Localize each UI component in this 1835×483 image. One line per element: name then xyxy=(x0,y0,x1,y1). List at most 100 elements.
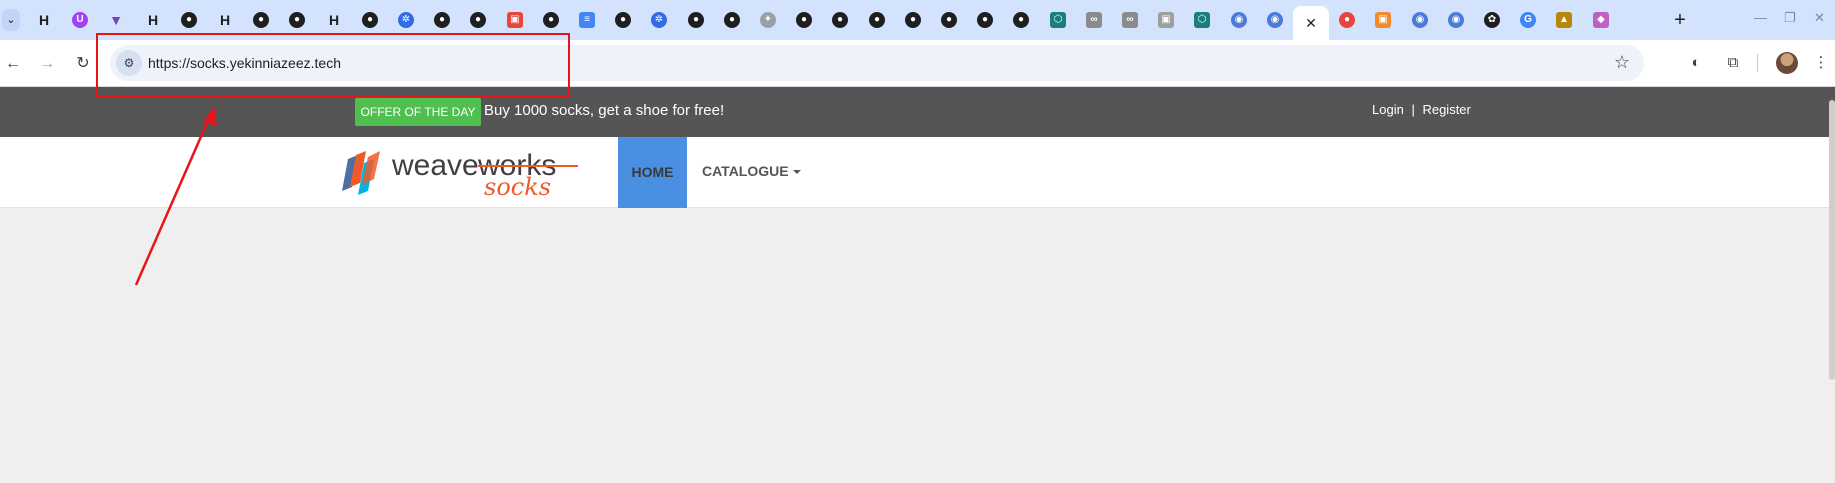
extension-icon[interactable]: ◐ xyxy=(1685,52,1707,74)
browser-tab[interactable]: ● xyxy=(460,5,496,35)
browser-tab[interactable]: ✲ xyxy=(388,5,424,35)
browser-tab[interactable]: ▣ xyxy=(1148,5,1184,35)
browser-tab[interactable]: ● xyxy=(714,5,750,35)
browser-tab[interactable]: ● xyxy=(279,5,315,35)
tab-active[interactable]: ✕ xyxy=(1293,6,1329,40)
orange-box-icon: ▣ xyxy=(1375,12,1391,28)
browser-tab[interactable]: ● xyxy=(605,5,641,35)
back-arrow-icon[interactable]: ← xyxy=(2,53,24,75)
forward-arrow-icon[interactable]: → xyxy=(36,53,58,75)
restore-icon[interactable]: ❐ xyxy=(1784,10,1796,26)
browser-tab[interactable]: ◆ xyxy=(1583,5,1619,35)
blue-circle-icon: ◉ xyxy=(1448,12,1464,28)
cube-icon: ◆ xyxy=(1593,12,1609,28)
browser-tab[interactable]: ✦ xyxy=(750,5,786,35)
github-icon: ● xyxy=(724,12,740,28)
link-icon: ∞ xyxy=(1122,12,1138,28)
google-icon: G xyxy=(1520,12,1536,28)
browser-tab[interactable]: G xyxy=(1510,5,1546,35)
toolbar-divider xyxy=(1757,54,1758,72)
github-icon: ● xyxy=(543,12,559,28)
auth-links: Login | Register xyxy=(1372,102,1471,117)
nav-catalogue[interactable]: CATALOGUE xyxy=(702,163,801,179)
main-navbar: weave works socks HOME CATALOGUE xyxy=(0,137,1835,208)
browser-tab[interactable]: ∞ xyxy=(1112,5,1148,35)
browser-tab[interactable]: ◉ xyxy=(1438,5,1474,35)
browser-tab[interactable]: ● xyxy=(1003,5,1039,35)
terraform-icon: ▼ xyxy=(109,12,123,28)
gray-box-icon: ▣ xyxy=(1158,12,1174,28)
nav-home[interactable]: HOME xyxy=(618,137,687,208)
gray-star-icon: ✦ xyxy=(760,12,776,28)
browser-tab[interactable]: ● xyxy=(533,5,569,35)
openai-icon: ✿ xyxy=(1484,12,1500,28)
chevron-down-icon[interactable]: ⌄ xyxy=(2,9,20,31)
browser-tab[interactable]: ● xyxy=(931,5,967,35)
purple-circle-icon: U xyxy=(72,12,88,28)
browser-tab[interactable]: ✲ xyxy=(641,5,677,35)
github-icon: ● xyxy=(1013,12,1029,28)
github-icon: ● xyxy=(688,12,704,28)
github-icon: ● xyxy=(289,12,305,28)
browser-tab[interactable]: ● xyxy=(243,5,279,35)
avatar[interactable] xyxy=(1776,52,1798,74)
offer-of-the-day-button[interactable]: OFFER OF THE DAY xyxy=(355,98,481,126)
close-window-icon[interactable]: ✕ xyxy=(1814,10,1825,26)
github-icon: ● xyxy=(832,12,848,28)
register-link[interactable]: Register xyxy=(1422,102,1470,117)
github-icon: ● xyxy=(796,12,812,28)
hashicorp-icon: H xyxy=(38,12,50,28)
logo-weave-text: weave xyxy=(391,149,479,182)
browser-tab[interactable]: ⬡ xyxy=(1040,5,1076,35)
kebab-menu-icon[interactable]: ⋮ xyxy=(1810,52,1832,74)
lock-box-icon: ▲ xyxy=(1556,12,1572,28)
browser-tab[interactable]: ● xyxy=(171,5,207,35)
browser-tab[interactable]: ▼ xyxy=(98,5,134,35)
browser-tab[interactable]: H xyxy=(316,5,352,35)
browser-tab[interactable]: ▣ xyxy=(1365,5,1401,35)
browser-tab[interactable]: U xyxy=(62,5,98,35)
browser-tab[interactable]: ● xyxy=(424,5,460,35)
annotation-highlight-box xyxy=(96,33,570,97)
puzzle-icon[interactable]: ⧉ xyxy=(1722,52,1744,74)
github-icon: ● xyxy=(434,12,450,28)
browser-tab[interactable]: ≡ xyxy=(569,5,605,35)
browser-tab[interactable]: ◉ xyxy=(1402,5,1438,35)
browser-tab[interactable]: H xyxy=(26,5,62,35)
page-scrollbar[interactable] xyxy=(1829,100,1835,380)
kubernetes-icon: ✲ xyxy=(651,12,667,28)
hashicorp-icon: H xyxy=(147,12,159,28)
browser-tab[interactable]: ✿ xyxy=(1474,5,1510,35)
browser-tab[interactable]: ◉ xyxy=(1221,5,1257,35)
offer-text: Buy 1000 socks, get a shoe for free! xyxy=(484,102,725,119)
plus-icon[interactable]: + xyxy=(1668,8,1692,32)
browser-tab[interactable]: H xyxy=(207,5,243,35)
minimize-icon[interactable]: — xyxy=(1754,10,1767,25)
browser-tab[interactable]: ∞ xyxy=(1076,5,1112,35)
browser-tab[interactable]: H xyxy=(135,5,171,35)
hexagon-icon: ⬡ xyxy=(1194,12,1210,28)
github-icon: ● xyxy=(470,12,486,28)
star-icon[interactable]: ☆ xyxy=(1614,52,1630,73)
browser-tab[interactable]: ● xyxy=(967,5,1003,35)
browser-tab[interactable]: ⬡ xyxy=(1184,5,1220,35)
login-link[interactable]: Login xyxy=(1372,102,1404,117)
logo-socks-text: socks xyxy=(484,173,551,199)
browser-tab[interactable]: ● xyxy=(678,5,714,35)
browser-tab[interactable]: ● xyxy=(822,5,858,35)
weaveworks-socks-logo[interactable]: weave works socks xyxy=(338,145,588,201)
browser-tab[interactable]: ● xyxy=(786,5,822,35)
browser-tab[interactable]: ● xyxy=(859,5,895,35)
red-box-icon: ▣ xyxy=(507,12,523,28)
browser-tab[interactable]: ▣ xyxy=(497,5,533,35)
browser-tab[interactable]: ▲ xyxy=(1546,5,1582,35)
blue-circle-icon: ◉ xyxy=(1267,12,1283,28)
link-icon: ∞ xyxy=(1086,12,1102,28)
active-tab-close-icon[interactable]: ✕ xyxy=(1305,15,1317,32)
browser-tab[interactable]: ● xyxy=(352,5,388,35)
browser-tab[interactable]: ◉ xyxy=(1257,5,1293,35)
browser-tab[interactable]: ● xyxy=(1329,5,1365,35)
browser-tab[interactable]: ● xyxy=(895,5,931,35)
google-docs-icon: ≡ xyxy=(579,12,595,28)
reload-icon[interactable]: ↻ xyxy=(72,53,94,75)
